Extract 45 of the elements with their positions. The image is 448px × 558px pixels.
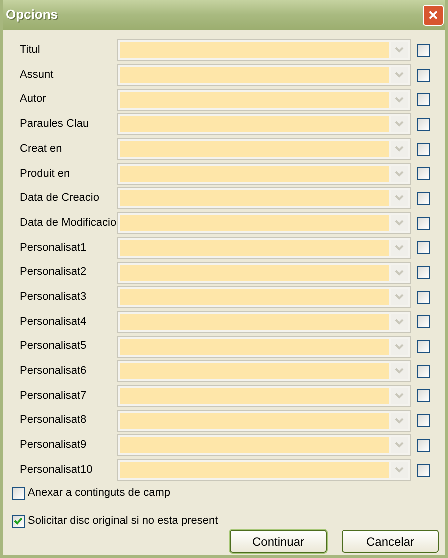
dialog-button[interactable]: Cancelar (342, 530, 439, 554)
field-label: Paraules Clau (19, 117, 90, 132)
chevron-down-icon (395, 270, 404, 276)
chevron-down-icon (395, 442, 404, 448)
field-label: Produit en (19, 166, 72, 182)
field-label: Data de Modificacio (19, 216, 117, 231)
chevron-down-icon (395, 368, 404, 374)
chevron-down-icon (395, 195, 404, 202)
field-label: Creat en (19, 142, 64, 157)
chevron-down-icon (395, 244, 404, 251)
field-label: Personalisat5 (19, 339, 88, 354)
chevron-down-icon (395, 72, 404, 78)
chevron-down-icon (395, 344, 404, 350)
field-label: Assunt (19, 68, 55, 83)
field-label: Personalisat8 (19, 413, 88, 428)
window-title: Opcions (5, 6, 58, 24)
chevron-down-icon (395, 467, 404, 474)
field-label: Autor (19, 92, 48, 108)
chevron-down-icon (395, 146, 404, 152)
checkbox[interactable] (12, 514, 25, 528)
checkbox[interactable] (12, 487, 25, 500)
chevron-down-icon (395, 47, 404, 54)
chevron-down-icon (395, 418, 404, 424)
field-label: Personalisat9 (19, 438, 88, 454)
field-label: Personalisat3 (19, 290, 88, 305)
field-label: Personalisat6 (19, 364, 88, 380)
chevron-down-icon (395, 170, 404, 177)
field-label: Data de Creacio (19, 191, 100, 206)
dialog-button[interactable]: Continuar (230, 530, 327, 554)
chevron-down-icon (395, 294, 404, 300)
field-label: Personalisat1 (19, 240, 88, 256)
close-button[interactable]: ✕ (423, 4, 444, 26)
field-label: Personalisat4 (19, 314, 88, 330)
chevron-down-icon (395, 96, 404, 103)
chevron-down-icon (395, 121, 404, 128)
field-label: Personalisat2 (19, 265, 88, 280)
option-label: Anexar a continguts de camp (28, 486, 170, 502)
field-label: Titul (19, 43, 42, 58)
option-label: Solicitar disc original si no esta present (28, 514, 218, 529)
field-label: Personalisat7 (19, 388, 88, 404)
chevron-down-icon (395, 392, 404, 399)
chevron-down-icon (395, 220, 404, 226)
field-label: Personalisat10 (19, 462, 94, 478)
checkmark-icon (14, 516, 23, 526)
chevron-down-icon (395, 318, 404, 325)
